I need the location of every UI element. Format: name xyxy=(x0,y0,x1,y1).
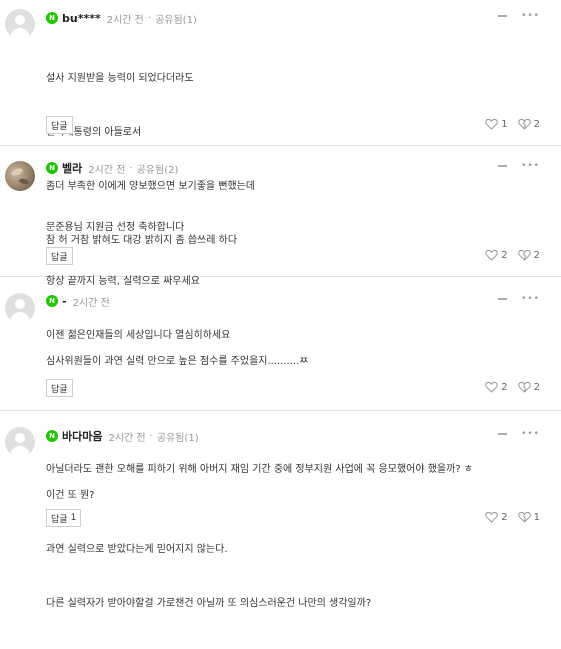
reply-button[interactable]: 답글 xyxy=(46,247,73,265)
naver-badge-icon: N xyxy=(46,430,58,442)
comment-line: 과연 실력으로 받았다는게 믿어지지 않는다. xyxy=(46,544,228,555)
nickname[interactable]: bu**** xyxy=(62,12,101,25)
broken-heart-outline-icon xyxy=(517,511,531,523)
reply-count: 1 xyxy=(70,513,77,523)
like-count: 2 xyxy=(501,381,508,393)
avatar-silhouette-icon xyxy=(15,15,25,25)
avatar[interactable] xyxy=(5,161,35,191)
avatar[interactable] xyxy=(5,293,35,323)
comment-body: 이건 또 뭔? 과연 실력으로 받았다는게 믿어지지 않는다. 다른 실력자가 … xyxy=(46,451,371,649)
heart-outline-icon xyxy=(485,249,498,261)
minus-icon[interactable] xyxy=(498,15,508,17)
nickname[interactable]: - xyxy=(62,295,67,308)
reply-label: 답글 xyxy=(51,252,68,263)
comment: N 벨라 2시간 전 · 공유됨(2) ••• 문준용님 지원금 선정 축하합니… xyxy=(0,146,561,341)
broken-heart-outline-icon xyxy=(517,118,531,130)
comment-line: 문준용님 지원금 선정 축하합니다 xyxy=(46,222,185,233)
comment-meta: N 벨라 2시간 전 · 공유됨(2) xyxy=(46,160,179,176)
timestamp: 2시간 전 xyxy=(72,297,110,309)
comment-meta: N 바다마음 2시간 전 · 공유됨(1) xyxy=(46,428,199,444)
timestamp: 2시간 전 xyxy=(108,432,146,444)
broken-heart-outline-icon xyxy=(517,381,531,393)
avatar[interactable] xyxy=(5,427,35,457)
comment-line: 다른 실력자가 받아야할걸 가로챈건 아닐까 또 의심스러운건 나만의 생각일까… xyxy=(46,598,372,609)
comment-tools: ••• xyxy=(498,294,540,304)
like-count: 1 xyxy=(501,118,508,130)
more-dots-icon[interactable]: ••• xyxy=(521,294,540,304)
more-dots-icon[interactable]: ••• xyxy=(521,11,540,21)
like-button[interactable]: 2 xyxy=(485,381,508,393)
comment: N 바다마음 2시간 전 · 공유됨(1) ••• 이건 또 뭔? 과연 실력으… xyxy=(0,411,561,609)
avatar[interactable] xyxy=(5,9,35,39)
naver-badge-icon: N xyxy=(46,12,58,24)
dislike-button[interactable]: 2 xyxy=(517,249,540,261)
avatar-silhouette-icon xyxy=(15,433,25,443)
more-dots-icon[interactable]: ••• xyxy=(521,429,540,439)
comment-line: 설사 지원받을 능력이 되었다더라도 xyxy=(46,73,194,84)
dislike-button[interactable]: 2 xyxy=(517,381,540,393)
comment-line: 심사위원들이 과연 실력 만으로 높은 점수를 주었을지..........ㅉ xyxy=(46,356,309,367)
like-count: 2 xyxy=(501,511,508,523)
vote-group: 2 1 xyxy=(475,511,540,523)
nickname[interactable]: 바다마음 xyxy=(62,428,102,444)
comment-tools: ••• xyxy=(498,11,540,21)
minus-icon[interactable] xyxy=(498,165,508,167)
comment-line: 현직대통령의 아들로서 xyxy=(46,127,142,138)
dislike-button[interactable]: 2 xyxy=(517,118,540,130)
comment-line: 이건 또 뭔? xyxy=(46,490,95,501)
naver-badge-icon: N xyxy=(46,162,58,174)
naver-badge-icon: N xyxy=(46,295,58,307)
comment-tools: ••• xyxy=(498,161,540,171)
reply-label: 답글 xyxy=(51,514,68,525)
avatar-silhouette-icon xyxy=(15,299,25,309)
vote-group: 1 2 xyxy=(475,118,540,130)
dislike-count: 2 xyxy=(533,381,540,393)
reply-label: 답글 xyxy=(51,121,68,132)
dislike-button[interactable]: 1 xyxy=(517,511,540,523)
minus-icon[interactable] xyxy=(498,433,508,435)
comment: N - 2시간 전 ••• 심사위원들이 과연 실력 만으로 높은 점수를 주었… xyxy=(0,277,561,475)
like-button[interactable]: 2 xyxy=(485,511,508,523)
reply-button[interactable]: 답글 xyxy=(46,379,73,397)
share-status: 공유됨(1) xyxy=(156,432,199,444)
separator: · xyxy=(147,12,152,24)
heart-outline-icon xyxy=(485,511,498,523)
reply-button[interactable]: 답글 xyxy=(46,116,73,134)
timestamp: 2시간 전 xyxy=(88,164,126,176)
vote-group: 2 2 xyxy=(475,249,540,261)
share-status: 공유됨(1) xyxy=(155,14,197,26)
comment-meta: N bu**** 2시간 전 · 공유됨(1) xyxy=(46,11,197,26)
reply-label: 답글 xyxy=(51,384,68,395)
like-button[interactable]: 2 xyxy=(485,249,508,261)
dislike-count: 1 xyxy=(533,511,540,523)
like-count: 2 xyxy=(501,249,508,261)
broken-heart-outline-icon xyxy=(517,249,531,261)
comment-meta: N - 2시간 전 xyxy=(46,294,114,309)
share-status: 공유됨(2) xyxy=(136,164,179,176)
separator: · xyxy=(149,430,153,442)
reply-button[interactable]: 답글 1 xyxy=(46,509,82,527)
timestamp: 2시간 전 xyxy=(106,14,144,26)
like-button[interactable]: 1 xyxy=(485,118,508,130)
comment: N bu**** 2시간 전 · 공유됨(1) ••• 설사 지원받을 능력이 … xyxy=(0,0,561,246)
more-dots-icon[interactable]: ••• xyxy=(521,161,540,171)
dislike-count: 2 xyxy=(533,249,540,261)
heart-outline-icon xyxy=(485,118,498,130)
dislike-count: 2 xyxy=(533,118,540,130)
separator: · xyxy=(129,162,133,174)
minus-icon[interactable] xyxy=(498,298,508,300)
comment-tools: ••• xyxy=(498,429,540,439)
nickname[interactable]: 벨라 xyxy=(62,160,82,176)
heart-outline-icon xyxy=(485,381,498,393)
vote-group: 2 2 xyxy=(475,381,540,393)
